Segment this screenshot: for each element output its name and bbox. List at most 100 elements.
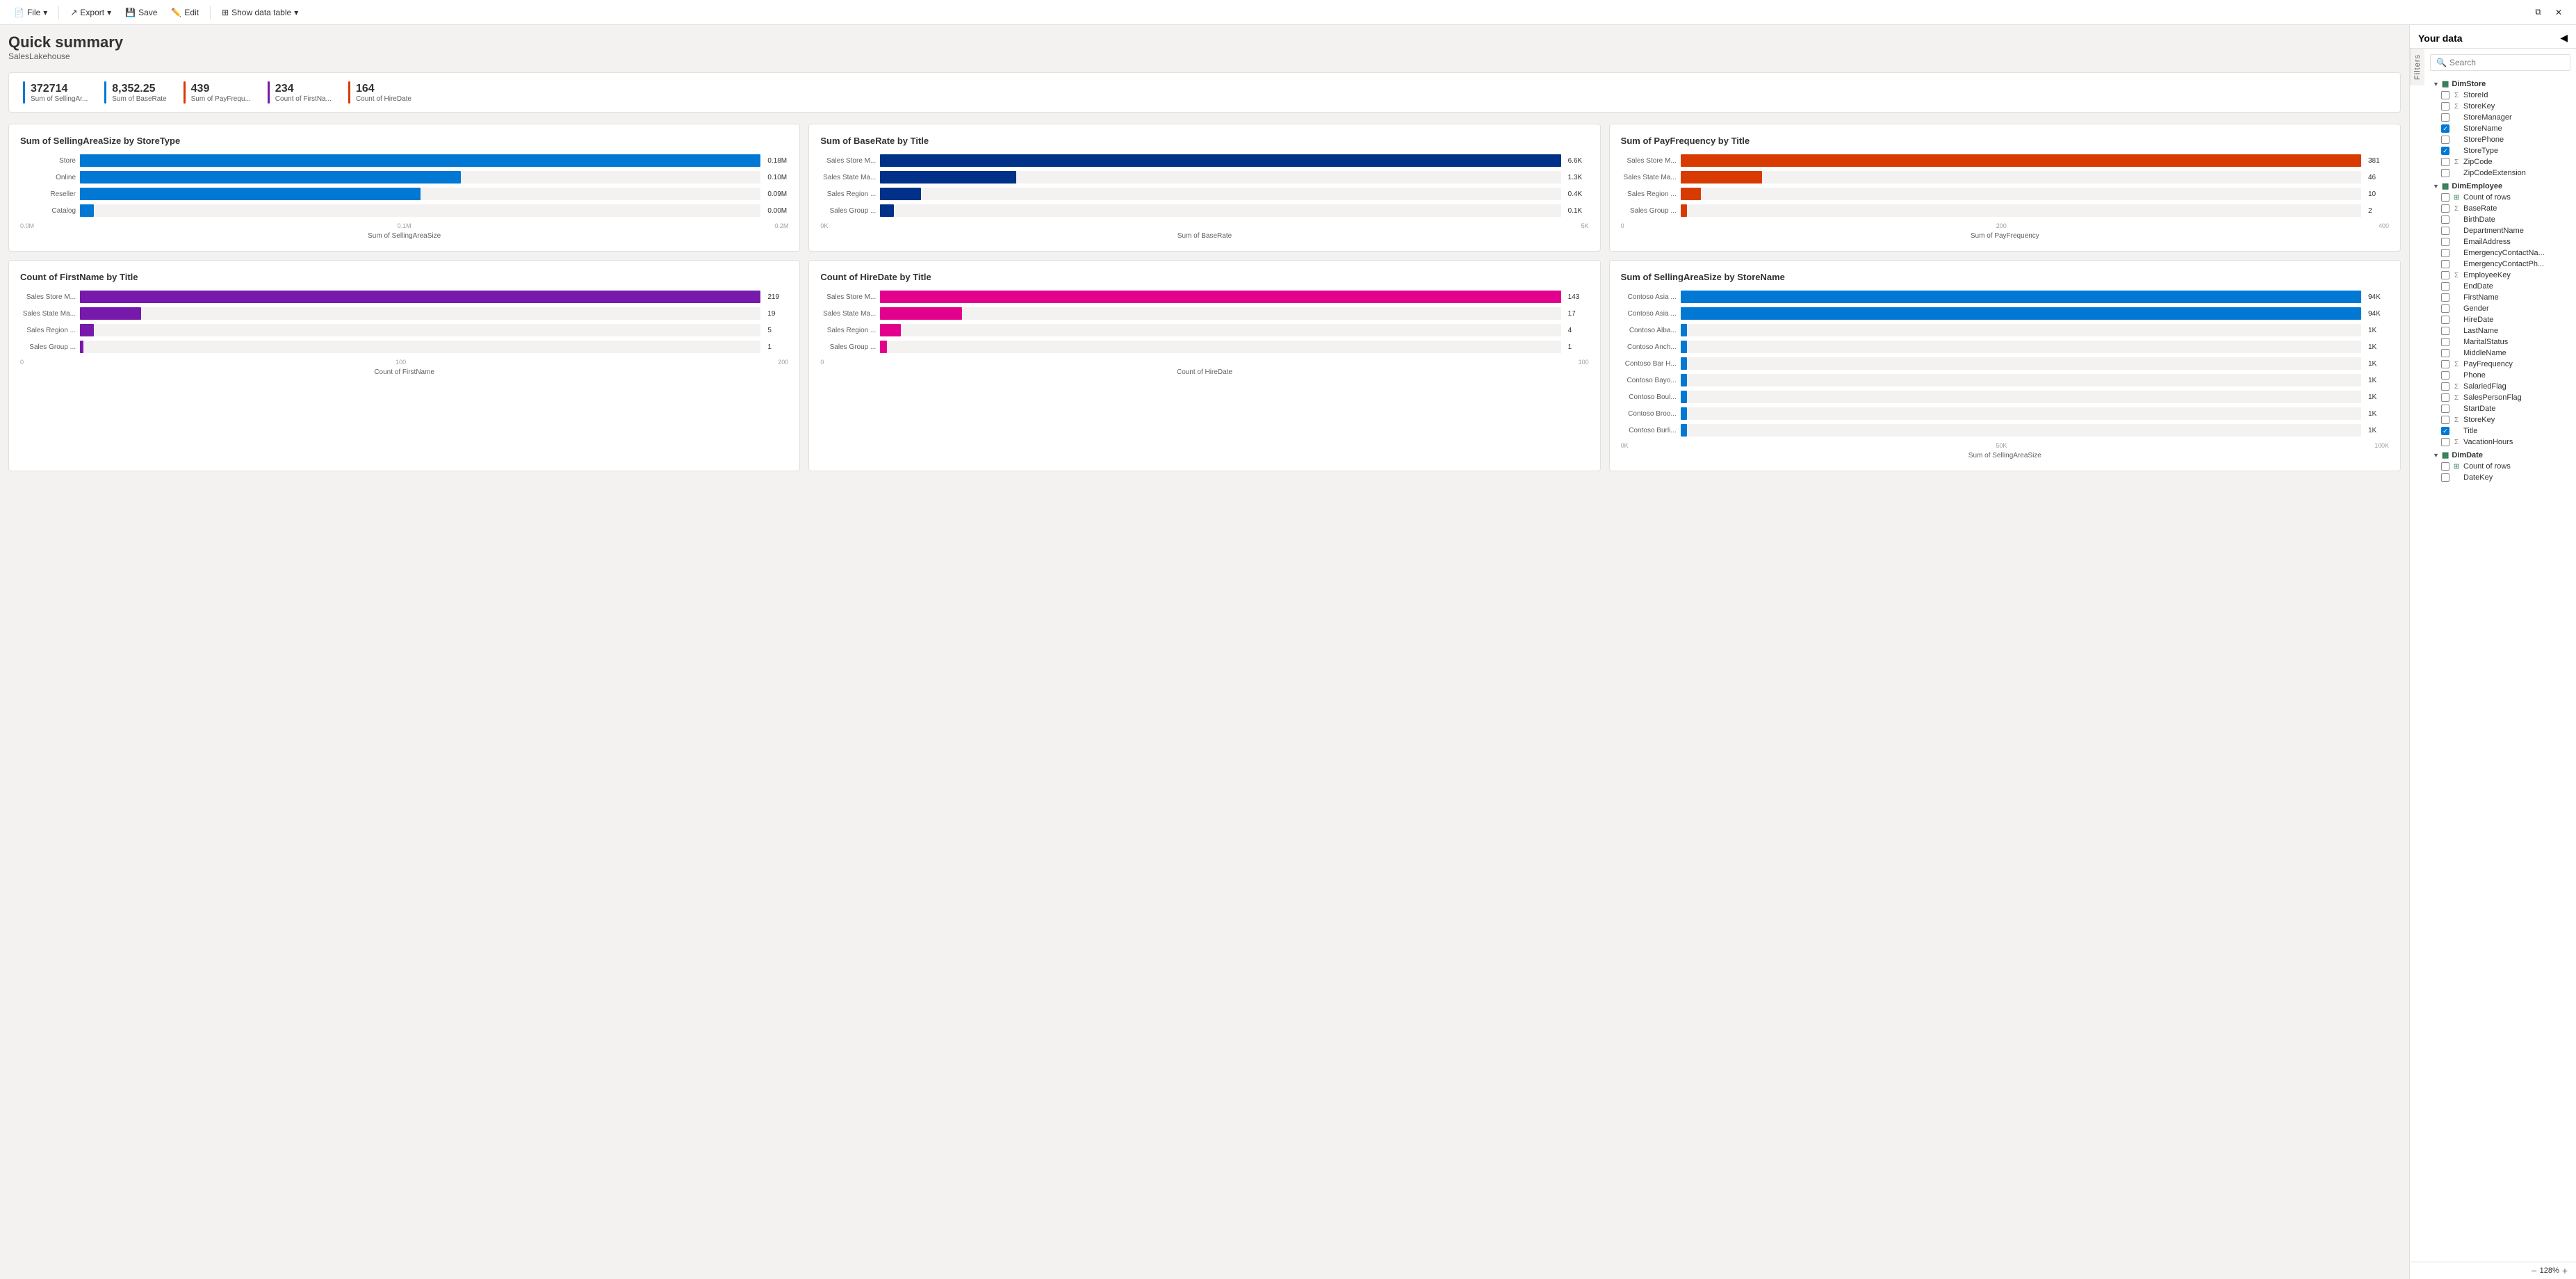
bar-container xyxy=(80,204,760,217)
tree-item-firstname[interactable]: FirstName xyxy=(2430,292,2570,303)
type-icon: Σ xyxy=(2452,439,2461,446)
tree-item-datekey[interactable]: DateKey xyxy=(2430,472,2570,483)
kpi-value: 439 xyxy=(191,83,251,95)
bar-container xyxy=(880,204,1560,217)
close-icon[interactable]: ✕ xyxy=(2550,5,2568,20)
checkbox[interactable] xyxy=(2441,271,2449,279)
checkbox[interactable] xyxy=(2441,438,2449,446)
checkbox[interactable] xyxy=(2441,249,2449,257)
tree-item-hiredate[interactable]: HireDate xyxy=(2430,314,2570,325)
checkbox[interactable] xyxy=(2441,462,2449,471)
axis-tick: 100 xyxy=(1579,359,1589,366)
checkbox[interactable] xyxy=(2441,327,2449,335)
tree-item-zipcodeextension[interactable]: ZipCodeExtension xyxy=(2430,168,2570,179)
tree-item-payfrequency[interactable]: Σ PayFrequency xyxy=(2430,359,2570,370)
group-header-DimStore[interactable]: ▼ ▦ DimStore xyxy=(2430,76,2570,90)
tree-item-baserate[interactable]: Σ BaseRate xyxy=(2430,203,2570,214)
bar-fill xyxy=(1681,391,1688,403)
tree-item-emergencycontactna...[interactable]: EmergencyContactNa... xyxy=(2430,247,2570,259)
tree-item-emergencycontactph...[interactable]: EmergencyContactPh... xyxy=(2430,259,2570,270)
kpi-item: 439 Sum of PayFrequ... xyxy=(184,79,268,106)
checkbox[interactable] xyxy=(2441,158,2449,166)
checkbox[interactable] xyxy=(2441,316,2449,324)
tree-item-count-of-rows[interactable]: ⊞ Count of rows xyxy=(2430,192,2570,203)
file-button[interactable]: 📄 File ▾ xyxy=(8,5,53,20)
checkbox[interactable] xyxy=(2441,393,2449,402)
checkbox[interactable] xyxy=(2441,227,2449,235)
group-header-DimEmployee[interactable]: ▼ ▦ DimEmployee xyxy=(2430,179,2570,192)
checkbox[interactable] xyxy=(2441,260,2449,268)
tree-item-storename[interactable]: ✓ StoreName xyxy=(2430,123,2570,134)
checkbox[interactable] xyxy=(2441,169,2449,177)
save-button[interactable]: 💾 Save xyxy=(120,5,163,20)
item-label: EmergencyContactPh... xyxy=(2463,260,2544,268)
tree-item-storeid[interactable]: Σ StoreId xyxy=(2430,90,2570,101)
checkbox[interactable] xyxy=(2441,293,2449,302)
checkbox[interactable] xyxy=(2441,416,2449,424)
tree-item-maritalstatus[interactable]: MaritalStatus xyxy=(2430,336,2570,348)
edit-button[interactable]: ✏️ Edit xyxy=(165,5,204,20)
show-data-table-button[interactable]: ⊞ Show data table ▾ xyxy=(216,5,304,20)
checkbox[interactable] xyxy=(2441,304,2449,313)
tree-item-vacationhours[interactable]: Σ VacationHours xyxy=(2430,437,2570,448)
tree-item-lastname[interactable]: LastName xyxy=(2430,325,2570,336)
checkbox[interactable] xyxy=(2441,238,2449,246)
type-icon: Σ xyxy=(2452,103,2461,111)
tree-item-enddate[interactable]: EndDate xyxy=(2430,281,2570,292)
export-button[interactable]: ↗ Export ▾ xyxy=(65,5,117,20)
tree-item-storekey[interactable]: Σ StoreKey xyxy=(2430,414,2570,425)
checkbox[interactable]: ✓ xyxy=(2441,427,2449,435)
tree-item-gender[interactable]: Gender xyxy=(2430,303,2570,314)
kpi-content: 372714 Sum of SellingAr... xyxy=(31,83,88,103)
checkbox[interactable] xyxy=(2441,136,2449,144)
zoom-out-button[interactable]: − xyxy=(2531,1265,2536,1276)
search-input[interactable] xyxy=(2449,58,2564,67)
window-controls[interactable]: ⧉ xyxy=(2529,4,2547,20)
search-box[interactable]: 🔍 xyxy=(2430,54,2570,71)
tree-item-zipcode[interactable]: Σ ZipCode xyxy=(2430,156,2570,168)
checkbox[interactable] xyxy=(2441,382,2449,391)
bar-row: Reseller 0.09M xyxy=(20,188,788,200)
checkbox[interactable]: ✓ xyxy=(2441,124,2449,133)
tree-item-birthdate[interactable]: BirthDate xyxy=(2430,214,2570,225)
checkbox[interactable] xyxy=(2441,349,2449,357)
tree-item-startdate[interactable]: StartDate xyxy=(2430,403,2570,414)
data-tree: ▼ ▦ DimStore Σ StoreId Σ StoreKey StoreM… xyxy=(2430,76,2570,483)
bar-fill xyxy=(1681,324,1688,336)
checkbox[interactable] xyxy=(2441,473,2449,482)
tree-item-phone[interactable]: Phone xyxy=(2430,370,2570,381)
checkbox[interactable] xyxy=(2441,371,2449,380)
tree-item-middlename[interactable]: MiddleName xyxy=(2430,348,2570,359)
right-panel-inner: Filters 🔍 ▼ ▦ DimStore Σ StoreId Σ Store… xyxy=(2410,49,2576,1262)
tree-item-emailaddress[interactable]: EmailAddress xyxy=(2430,236,2570,247)
tree-item-salespersonflag[interactable]: Σ SalesPersonFlag xyxy=(2430,392,2570,403)
tree-item-employeekey[interactable]: Σ EmployeeKey xyxy=(2430,270,2570,281)
checkbox[interactable] xyxy=(2441,113,2449,122)
item-label: ZipCode xyxy=(2463,158,2493,166)
tree-item-departmentname[interactable]: DepartmentName xyxy=(2430,225,2570,236)
checkbox[interactable] xyxy=(2441,204,2449,213)
tree-item-storetype[interactable]: ✓ StoreType xyxy=(2430,145,2570,156)
tree-item-title[interactable]: ✓ Title xyxy=(2430,425,2570,437)
checkbox[interactable] xyxy=(2441,102,2449,111)
bar-label: Contoso Boul... xyxy=(1621,393,1677,401)
tree-item-storemanager[interactable]: StoreManager xyxy=(2430,112,2570,123)
tree-item-salariedflag[interactable]: Σ SalariedFlag xyxy=(2430,381,2570,392)
checkbox[interactable] xyxy=(2441,193,2449,202)
zoom-in-button[interactable]: + xyxy=(2562,1265,2568,1276)
tree-item-count-of-rows[interactable]: ⊞ Count of rows xyxy=(2430,461,2570,472)
checkbox[interactable] xyxy=(2441,215,2449,224)
checkbox[interactable] xyxy=(2441,405,2449,413)
bar-fill xyxy=(80,307,141,320)
checkbox[interactable] xyxy=(2441,282,2449,291)
checkbox[interactable] xyxy=(2441,338,2449,346)
checkbox[interactable] xyxy=(2441,91,2449,99)
collapse-panel-button[interactable]: ◀ xyxy=(2560,32,2568,44)
group-header-DimDate[interactable]: ▼ ▦ DimDate xyxy=(2430,448,2570,461)
filters-label[interactable]: Filters xyxy=(2410,49,2424,85)
tree-item-storekey[interactable]: Σ StoreKey xyxy=(2430,101,2570,112)
tree-item-storephone[interactable]: StorePhone xyxy=(2430,134,2570,145)
checkbox[interactable] xyxy=(2441,360,2449,368)
item-label: DepartmentName xyxy=(2463,227,2524,235)
checkbox[interactable]: ✓ xyxy=(2441,147,2449,155)
